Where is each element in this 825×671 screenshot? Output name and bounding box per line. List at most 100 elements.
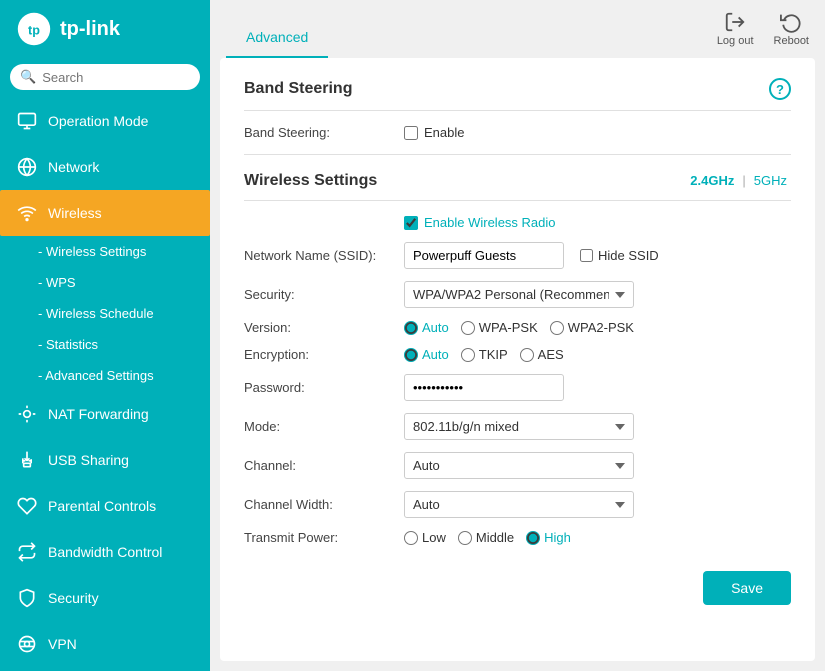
sub-wireless-schedule[interactable]: - Wireless Schedule bbox=[0, 298, 210, 329]
sidebar-item-nat-forwarding[interactable]: NAT Forwarding bbox=[0, 391, 210, 437]
save-button[interactable]: Save bbox=[703, 571, 791, 605]
encryption-tkip-radio[interactable] bbox=[461, 348, 475, 362]
top-actions: Log out Reboot bbox=[717, 11, 809, 47]
sidebar-item-wireless[interactable]: Wireless bbox=[0, 190, 210, 236]
help-icon[interactable]: ? bbox=[769, 78, 791, 100]
version-auto-label[interactable]: Auto bbox=[404, 320, 449, 335]
freq-tab-5ghz[interactable]: 5GHz bbox=[750, 171, 791, 190]
band-steering-enable-label[interactable]: Enable bbox=[404, 125, 464, 140]
wireless-submenu: - Wireless Settings - WPS - Wireless Sch… bbox=[0, 236, 210, 391]
network-name-control: Hide SSID bbox=[404, 242, 791, 269]
sidebar-label-parental-controls: Parental Controls bbox=[48, 498, 156, 514]
nat-icon bbox=[16, 403, 38, 425]
version-wpapsk-radio[interactable] bbox=[461, 321, 475, 335]
band-steering-row: Band Steering: Enable bbox=[244, 125, 791, 140]
logout-button[interactable]: Log out bbox=[717, 11, 754, 47]
sidebar-label-vpn: VPN bbox=[48, 636, 77, 652]
channel-width-row: Channel Width: Auto bbox=[244, 491, 791, 518]
transmit-low-label[interactable]: Low bbox=[404, 530, 446, 545]
sub-wireless-settings[interactable]: - Wireless Settings bbox=[0, 236, 210, 267]
sidebar-item-vpn[interactable]: VPN bbox=[0, 621, 210, 667]
sub-advanced-settings[interactable]: - Advanced Settings bbox=[0, 360, 210, 391]
enable-wireless-row: Enable Wireless Radio bbox=[244, 215, 791, 230]
network-name-label: Network Name (SSID): bbox=[244, 248, 404, 263]
topbar: Advanced Log out Reboot bbox=[210, 0, 825, 58]
version-auto-text: Auto bbox=[422, 320, 449, 335]
band-steering-enable-text: Enable bbox=[424, 125, 464, 140]
sidebar-label-bandwidth-control: Bandwidth Control bbox=[48, 544, 162, 560]
mode-control: 802.11b/g/n mixed bbox=[404, 413, 791, 440]
encryption-tkip-label[interactable]: TKIP bbox=[461, 347, 508, 362]
encryption-auto-label[interactable]: Auto bbox=[404, 347, 449, 362]
sub-wps[interactable]: - WPS bbox=[0, 267, 210, 298]
channel-select[interactable]: Auto bbox=[404, 452, 634, 479]
version-wpapsk-label[interactable]: WPA-PSK bbox=[461, 320, 538, 335]
mode-select[interactable]: 802.11b/g/n mixed bbox=[404, 413, 634, 440]
sidebar-item-parental-controls[interactable]: Parental Controls bbox=[0, 483, 210, 529]
sidebar-label-wireless: Wireless bbox=[48, 205, 102, 221]
encryption-aes-label[interactable]: AES bbox=[520, 347, 564, 362]
content-panel: Band Steering ? Band Steering: Enable Wi… bbox=[220, 58, 815, 661]
enable-wireless-label[interactable]: Enable Wireless Radio bbox=[404, 215, 556, 230]
search-input[interactable] bbox=[42, 70, 190, 85]
channel-width-label: Channel Width: bbox=[244, 497, 404, 512]
logo-area: tp tp-link bbox=[0, 0, 210, 58]
channel-width-control: Auto bbox=[404, 491, 791, 518]
channel-row: Channel: Auto bbox=[244, 452, 791, 479]
transmit-low-radio[interactable] bbox=[404, 531, 418, 545]
version-wpa2psk-radio[interactable] bbox=[550, 321, 564, 335]
band-steering-title: Band Steering bbox=[244, 80, 352, 98]
divider-1 bbox=[244, 154, 791, 155]
logout-icon bbox=[724, 11, 746, 33]
transmit-middle-label[interactable]: Middle bbox=[458, 530, 514, 545]
security-select[interactable]: WPA/WPA2 Personal (Recommended) bbox=[404, 281, 634, 308]
hide-ssid-label[interactable]: Hide SSID bbox=[580, 248, 659, 263]
wireless-settings-header: Wireless Settings 2.4GHz | 5GHz bbox=[244, 171, 791, 201]
password-row: Password: bbox=[244, 374, 791, 401]
svg-text:tp: tp bbox=[28, 23, 40, 37]
tplink-logo-icon: tp bbox=[16, 11, 52, 47]
encryption-aes-radio[interactable] bbox=[520, 348, 534, 362]
globe-icon bbox=[16, 156, 38, 178]
encryption-tkip-text: TKIP bbox=[479, 347, 508, 362]
channel-label: Channel: bbox=[244, 458, 404, 473]
sidebar-item-bandwidth-control[interactable]: Bandwidth Control bbox=[0, 529, 210, 575]
network-name-row: Network Name (SSID): Hide SSID bbox=[244, 242, 791, 269]
password-label: Password: bbox=[244, 380, 404, 395]
encryption-auto-text: Auto bbox=[422, 347, 449, 362]
encryption-auto-radio[interactable] bbox=[404, 348, 418, 362]
freq-divider: | bbox=[742, 173, 745, 188]
version-wpa2psk-label[interactable]: WPA2-PSK bbox=[550, 320, 634, 335]
reboot-label: Reboot bbox=[774, 35, 809, 47]
version-auto-radio[interactable] bbox=[404, 321, 418, 335]
encryption-aes-text: AES bbox=[538, 347, 564, 362]
enable-wireless-checkbox[interactable] bbox=[404, 216, 418, 230]
freq-tab-24ghz[interactable]: 2.4GHz bbox=[686, 171, 738, 190]
sidebar-item-usb-sharing[interactable]: USB Sharing bbox=[0, 437, 210, 483]
monitor-icon bbox=[16, 110, 38, 132]
tab-area: Advanced bbox=[226, 0, 328, 58]
ssid-input[interactable] bbox=[404, 242, 564, 269]
sidebar-item-network[interactable]: Network bbox=[0, 144, 210, 190]
band-steering-checkbox[interactable] bbox=[404, 126, 418, 140]
security-icon bbox=[16, 587, 38, 609]
channel-width-select[interactable]: Auto bbox=[404, 491, 634, 518]
search-container: 🔍 bbox=[10, 64, 200, 90]
reboot-button[interactable]: Reboot bbox=[774, 11, 809, 47]
transmit-high-label[interactable]: High bbox=[526, 530, 571, 545]
hide-ssid-checkbox[interactable] bbox=[580, 249, 593, 262]
save-button-row: Save bbox=[244, 561, 791, 605]
sidebar-item-system-tools[interactable]: System Tools bbox=[0, 667, 210, 671]
version-radio-group: Auto WPA-PSK WPA2-PSK bbox=[404, 320, 634, 335]
sub-statistics[interactable]: - Statistics bbox=[0, 329, 210, 360]
version-control: Auto WPA-PSK WPA2-PSK bbox=[404, 320, 791, 335]
sidebar-item-security[interactable]: Security bbox=[0, 575, 210, 621]
enable-wireless-text: Enable Wireless Radio bbox=[424, 215, 556, 230]
tab-advanced[interactable]: Advanced bbox=[226, 18, 328, 58]
transmit-high-radio[interactable] bbox=[526, 531, 540, 545]
sidebar-item-operation-mode[interactable]: Operation Mode bbox=[0, 98, 210, 144]
mode-label: Mode: bbox=[244, 419, 404, 434]
sidebar-label-operation-mode: Operation Mode bbox=[48, 113, 148, 129]
password-input[interactable] bbox=[404, 374, 564, 401]
transmit-middle-radio[interactable] bbox=[458, 531, 472, 545]
